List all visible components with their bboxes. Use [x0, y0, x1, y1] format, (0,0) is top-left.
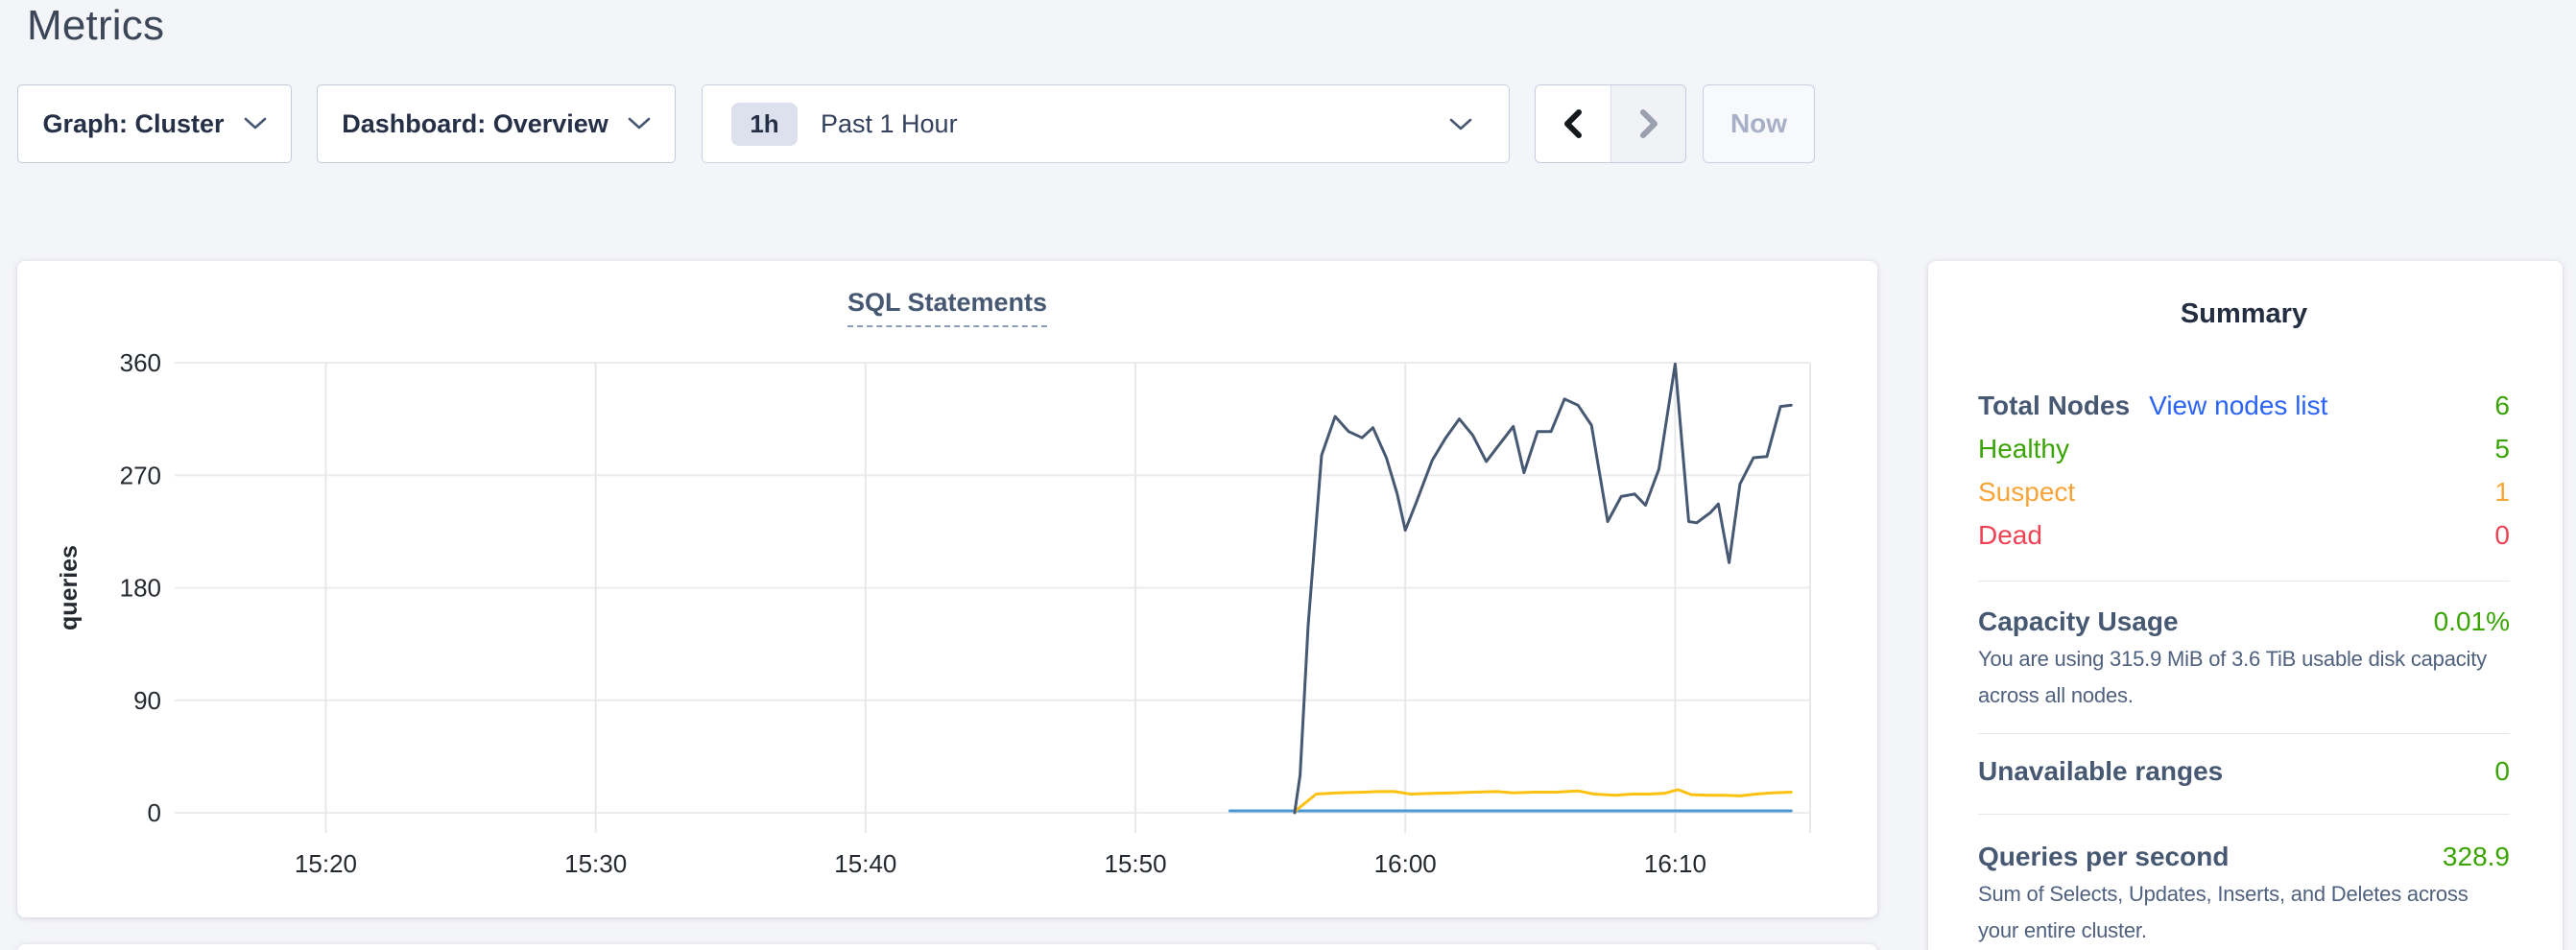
page-title: Metrics: [27, 2, 164, 50]
divider: [1978, 581, 2510, 582]
chevron-left-icon: [1561, 107, 1586, 140]
svg-text:15:50: 15:50: [1104, 849, 1166, 878]
chart-title[interactable]: SQL Statements: [847, 288, 1047, 327]
time-range-badge: 1h: [731, 103, 798, 146]
time-range-label: Past 1 Hour: [821, 109, 958, 139]
dead-value: 0: [2494, 513, 2510, 557]
healthy-value: 5: [2494, 427, 2510, 470]
total-nodes-label: Total Nodes: [1978, 384, 2130, 427]
divider: [1978, 733, 2510, 734]
view-nodes-list-link[interactable]: View nodes list: [2149, 384, 2327, 427]
time-nav: [1535, 84, 1686, 163]
svg-text:15:20: 15:20: [295, 849, 357, 878]
chevron-down-icon: [244, 117, 267, 131]
capacity-usage-description: You are using 315.9 MiB of 3.6 TiB usabl…: [1978, 641, 2510, 714]
dashboard-dropdown-label: Dashboard: Overview: [342, 109, 608, 139]
svg-text:360: 360: [120, 348, 161, 377]
sql-statements-chart-card: 0 90 180 270 360 15:20 15:30 15:40 15:50 16:00 16:…: [17, 261, 1877, 917]
sql-statements-chart: 0 90 180 270 360 15:20 15:30 15:40 15:50 16:00 16:…: [17, 261, 1877, 894]
dead-label: Dead: [1978, 513, 2042, 557]
healthy-nodes-row: Healthy 5: [1978, 427, 2510, 470]
suspect-value: 1: [2494, 470, 2510, 513]
svg-text:15:40: 15:40: [834, 849, 896, 878]
unavailable-ranges-row: Unavailable ranges 0: [1978, 752, 2510, 791]
svg-text:0: 0: [148, 798, 161, 827]
chevron-right-icon: [1636, 107, 1661, 140]
suspect-nodes-row: Suspect 1: [1978, 470, 2510, 513]
queries-per-second-value: 328.9: [2443, 838, 2510, 876]
dashboard-dropdown[interactable]: Dashboard: Overview: [317, 84, 676, 163]
summary-title: Summary: [1978, 297, 2510, 330]
graph-dropdown-label: Graph: Cluster: [42, 109, 224, 139]
graph-dropdown[interactable]: Graph: Cluster: [17, 84, 292, 163]
next-time-button[interactable]: [1610, 85, 1685, 162]
chart-title-wrap: SQL Statements: [17, 288, 1877, 318]
queries-per-second-label: Queries per second: [1978, 838, 2229, 876]
summary-panel: Summary Total Nodes View nodes list 6 He…: [1928, 261, 2563, 950]
unavailable-ranges-value: 0: [2494, 752, 2510, 791]
total-nodes-row: Total Nodes View nodes list 6: [1978, 384, 2510, 427]
chevron-down-icon: [1449, 118, 1472, 131]
capacity-usage-row: Capacity Usage 0.01%: [1978, 603, 2510, 641]
toolbar: Graph: Cluster Dashboard: Overview 1h Pa…: [17, 84, 1815, 163]
chevron-down-icon: [628, 117, 651, 131]
now-button[interactable]: Now: [1703, 84, 1815, 163]
next-chart-card: [17, 944, 1877, 950]
divider: [1978, 814, 2510, 815]
prev-time-button[interactable]: [1536, 85, 1610, 162]
svg-text:queries: queries: [56, 545, 83, 630]
svg-text:15:30: 15:30: [564, 849, 627, 878]
svg-text:16:10: 16:10: [1644, 849, 1706, 878]
capacity-usage-value: 0.01%: [2434, 603, 2510, 641]
svg-text:270: 270: [120, 461, 161, 489]
unavailable-ranges-label: Unavailable ranges: [1978, 752, 2223, 791]
time-range-picker[interactable]: 1h Past 1 Hour: [702, 84, 1510, 163]
capacity-usage-label: Capacity Usage: [1978, 603, 2179, 641]
total-nodes-value: 6: [2494, 384, 2510, 427]
queries-per-second-row: Queries per second 328.9: [1978, 838, 2510, 876]
svg-text:90: 90: [133, 686, 161, 715]
queries-per-second-description: Sum of Selects, Updates, Inserts, and De…: [1978, 876, 2510, 949]
dead-nodes-row: Dead 0: [1978, 513, 2510, 557]
suspect-label: Suspect: [1978, 470, 2075, 513]
svg-text:16:00: 16:00: [1374, 849, 1437, 878]
svg-text:180: 180: [120, 574, 161, 603]
healthy-label: Healthy: [1978, 427, 2069, 470]
